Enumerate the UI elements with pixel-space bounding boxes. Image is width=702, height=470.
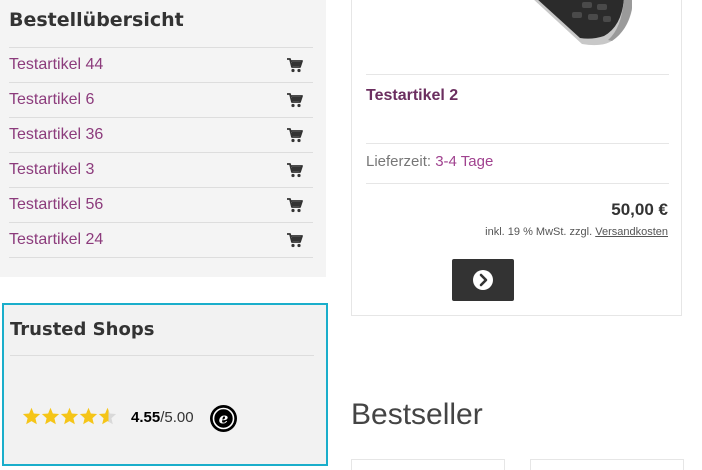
card-divider: [366, 74, 669, 75]
order-overview-panel: Bestellübersicht Testartikel 44 Testartik…: [0, 0, 326, 277]
trusted-shops-divider: [10, 355, 314, 356]
bestseller-card[interactable]: [351, 459, 505, 470]
svg-text:e: e: [219, 410, 229, 428]
tax-note-text: inkl. 19 % MwSt. zzgl.: [485, 226, 593, 238]
order-item-link[interactable]: Testartikel 56: [9, 196, 103, 214]
product-image[interactable]: [432, 0, 632, 50]
order-overview-title: Bestellübersicht: [9, 9, 184, 31]
rating-stars: [22, 407, 117, 425]
order-item-link[interactable]: Testartikel 36: [9, 126, 103, 144]
cart-icon[interactable]: [286, 196, 304, 214]
delivery-time: Lieferzeit: 3-4 Tage: [366, 153, 493, 170]
order-item-row: Testartikel 24: [9, 223, 313, 258]
rating-score: 4.55: [131, 409, 161, 426]
order-item-link[interactable]: Testartikel 3: [9, 161, 94, 179]
product-name-link[interactable]: Testartikel 2: [366, 87, 458, 105]
star-icon: [98, 407, 117, 425]
order-item-row: Testartikel 36: [9, 118, 313, 153]
order-item-row: Testartikel 44: [9, 48, 313, 83]
star-icon: [79, 407, 98, 425]
order-item-row: Testartikel 6: [9, 83, 313, 118]
order-overview-list: Testartikel 44 Testartikel 6 Testartikel 3…: [9, 47, 313, 258]
trusted-shops-title: Trusted Shops: [10, 319, 155, 340]
order-item-link[interactable]: Testartikel 6: [9, 91, 94, 109]
cart-icon[interactable]: [286, 161, 304, 179]
star-icon: [22, 407, 41, 425]
bestseller-card[interactable]: [530, 459, 684, 470]
order-item-link[interactable]: Testartikel 24: [9, 231, 103, 249]
card-divider: [366, 143, 669, 144]
product-price: 50,00 €: [611, 200, 668, 219]
shipping-costs-link[interactable]: Versandkosten: [595, 226, 668, 238]
trusted-shops-widget: Trusted Shops 4.55/5.00 e: [2, 303, 328, 466]
cart-icon[interactable]: [286, 126, 304, 144]
trusted-shops-e-icon[interactable]: e: [210, 405, 237, 432]
cart-icon[interactable]: [286, 231, 304, 249]
delivery-value: 3-4 Tage: [435, 153, 494, 170]
cart-icon[interactable]: [286, 56, 304, 74]
rating-max: /5.00: [160, 409, 194, 426]
cart-icon[interactable]: [286, 91, 304, 109]
star-icon: [41, 407, 60, 425]
order-item-row: Testartikel 56: [9, 188, 313, 223]
order-item-link[interactable]: Testartikel 44: [9, 56, 103, 74]
card-divider: [366, 183, 669, 184]
order-item-row: Testartikel 3: [9, 153, 313, 188]
tax-note: inkl. 19 % MwSt. zzgl. Versandkosten: [485, 226, 668, 238]
star-icon: [60, 407, 79, 425]
chevron-right-circle-icon: [473, 270, 493, 290]
rating-text: 4.55/5.00: [131, 409, 194, 426]
bestseller-heading: Bestseller: [351, 398, 483, 431]
delivery-label: Lieferzeit:: [366, 153, 432, 170]
product-detail-button[interactable]: [452, 259, 514, 301]
product-card: Testartikel 2 Lieferzeit: 3-4 Tage 50,00…: [351, 0, 682, 316]
